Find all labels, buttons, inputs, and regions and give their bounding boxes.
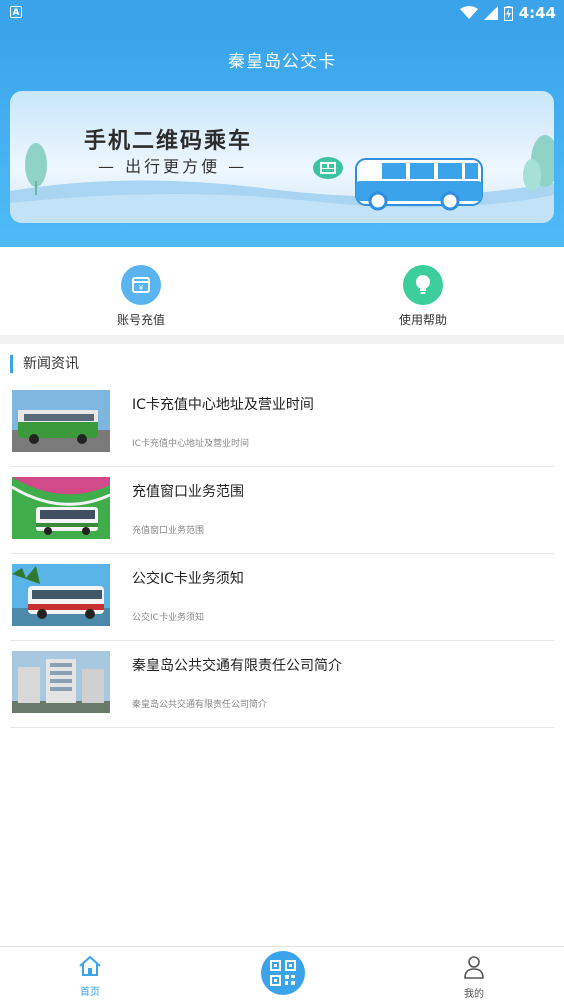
- recharge-button[interactable]: ¥ 账号充值: [91, 265, 191, 328]
- home-icon: [79, 955, 101, 976]
- section-divider: [0, 335, 564, 344]
- lightbulb-icon: [403, 265, 443, 305]
- news-item[interactable]: 秦皇岛公共交通有限责任公司简介 秦皇岛公共交通有限责任公司简介: [10, 641, 554, 728]
- recharge-label: 账号充值: [116, 313, 165, 327]
- tab-mine-label: 我的: [464, 989, 484, 1000]
- news-item[interactable]: IC卡充值中心地址及营业时间 IC卡充值中心地址及营业时间: [10, 380, 554, 467]
- news-section-title: 新闻资讯: [10, 355, 79, 373]
- news-headline: 秦皇岛公共交通有限责任公司简介: [132, 658, 342, 674]
- banner-headline: 手机二维码乘车: [84, 129, 253, 154]
- status-bar: A 4:44: [0, 0, 564, 25]
- tab-mine[interactable]: 我的: [444, 955, 504, 1000]
- battery-icon: [503, 5, 513, 21]
- news-item[interactable]: 公交IC卡业务须知 公交IC卡业务须知: [10, 554, 554, 641]
- wallet-icon: ¥: [121, 265, 161, 305]
- promo-banner[interactable]: 手机二维码乘车 — 出行更方便 —: [10, 91, 554, 223]
- app-screen: A 4:44 秦皇岛公交卡 手机二维码乘车 — 出行更方便 — ¥ 账号充值 使…: [0, 0, 564, 1004]
- svg-text:¥: ¥: [139, 284, 144, 292]
- clock: 4:44: [518, 4, 556, 22]
- news-summary: IC卡充值中心地址及营业时间: [132, 439, 249, 449]
- signal-icon: [483, 6, 498, 20]
- status-icons: 4:44: [459, 3, 556, 23]
- news-summary: 充值窗口业务范围: [132, 526, 205, 536]
- tab-home[interactable]: 首页: [60, 955, 120, 998]
- news-thumbnail: [12, 477, 110, 539]
- news-headline: IC卡充值中心地址及营业时间: [132, 397, 314, 413]
- news-headline: 公交IC卡业务须知: [132, 571, 244, 587]
- news-thumbnail: [12, 390, 110, 452]
- news-thumbnail: [12, 651, 110, 713]
- news-headline: 充值窗口业务范围: [132, 484, 244, 500]
- header: 秦皇岛公交卡 手机二维码乘车 — 出行更方便 —: [0, 25, 564, 247]
- bottom-navigation: 首页 我的: [0, 946, 564, 1004]
- banner-illustration: [10, 135, 554, 223]
- news-summary: 公交IC卡业务须知: [132, 613, 204, 623]
- news-summary: 秦皇岛公共交通有限责任公司简介: [132, 700, 268, 710]
- app-notification-icon: A: [10, 6, 22, 18]
- wifi-icon: [459, 6, 478, 19]
- help-button[interactable]: 使用帮助: [373, 265, 473, 328]
- page-title: 秦皇岛公交卡: [228, 52, 336, 72]
- tab-home-label: 首页: [80, 987, 100, 998]
- quick-actions: ¥ 账号充值 使用帮助: [0, 247, 564, 335]
- help-label: 使用帮助: [398, 313, 447, 327]
- news-thumbnail: [12, 564, 110, 626]
- qr-code-button[interactable]: [261, 951, 305, 995]
- banner-subline: — 出行更方便 —: [98, 157, 248, 176]
- news-item[interactable]: 充值窗口业务范围 充值窗口业务范围: [10, 467, 554, 554]
- qr-code-icon: [270, 960, 296, 986]
- user-icon: [464, 956, 484, 979]
